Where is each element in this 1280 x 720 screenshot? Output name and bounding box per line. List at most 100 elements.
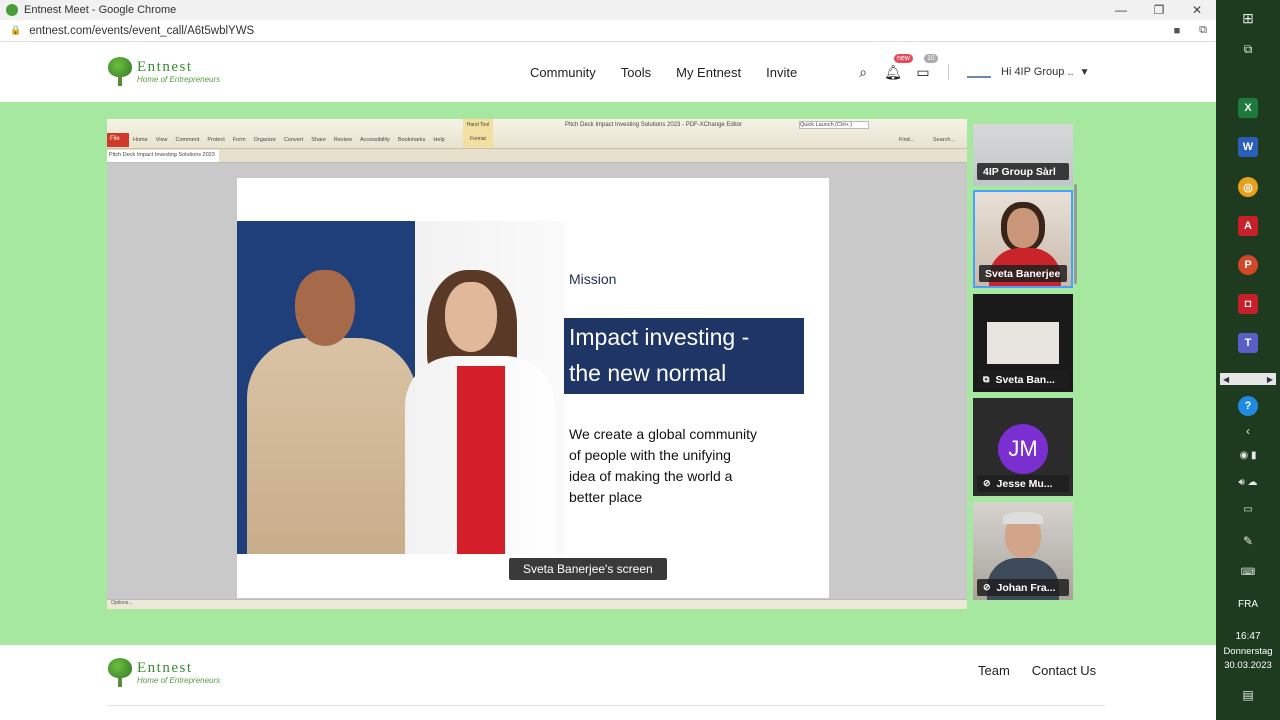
avatar: JM xyxy=(998,424,1048,474)
logo-tagline: Home of Entrepreneurs xyxy=(137,676,221,685)
chevron-left-icon[interactable]: ‹ xyxy=(1216,424,1280,438)
doc-tab: Pitch Deck Impact Investing Solutions 20… xyxy=(107,150,219,162)
find-label: Find... xyxy=(899,137,915,143)
logo-tagline: Home of Entrepreneurs xyxy=(137,75,221,84)
user-menu[interactable]: Hi 4IP Group .. ▼ xyxy=(967,66,1089,78)
clock-date: 30.03.2023 xyxy=(1224,660,1272,671)
slide-headline: Impact investing - the new normal xyxy=(564,318,804,394)
ribbon-tabs: Home View Comment Protect Form Organize … xyxy=(133,137,445,143)
participant-tile[interactable]: 4IP Group Sàrl xyxy=(973,124,1073,186)
group-icon xyxy=(967,66,991,78)
chevron-down-icon[interactable]: ▼ xyxy=(1080,67,1090,78)
slide-description: We create a global community of people w… xyxy=(569,424,799,508)
messages-badge: 10 xyxy=(924,53,938,63)
footer-logo[interactable]: Entnest Home of Entrepreneurs xyxy=(107,658,220,688)
pen-icon[interactable]: ✎ xyxy=(1216,534,1280,548)
participant-scrollbar[interactable] xyxy=(1074,184,1077,284)
taskbar-scroller[interactable]: ◀ ▶ xyxy=(1220,373,1276,385)
chrome-icon[interactable]: ◎ xyxy=(1238,177,1258,197)
excel-icon[interactable]: X xyxy=(1238,98,1258,118)
screen-share-label: Sveta Banerjee's screen xyxy=(509,558,667,580)
url-text[interactable]: entnest.com/events/event_call/A6t5wblYWS xyxy=(29,25,1164,37)
desc-line: of people with the unifying xyxy=(569,447,731,463)
ribbon-tab: Organize xyxy=(253,137,276,143)
powerpoint-icon[interactable]: P xyxy=(1238,255,1258,275)
entnest-logo[interactable]: Entnest Home of Entrepreneurs xyxy=(107,57,220,87)
clock-time[interactable]: 16:47 xyxy=(1216,631,1280,642)
help-icon[interactable]: ? xyxy=(1238,396,1258,416)
participant-tile[interactable]: ⊘ Johan Fra... xyxy=(973,502,1073,600)
search-icon[interactable]: ⌕ xyxy=(848,64,878,81)
favicon-icon xyxy=(6,4,18,16)
nav-my-entnest[interactable]: My Entnest xyxy=(676,65,741,80)
footer-link-contact[interactable]: Contact Us xyxy=(1032,663,1096,678)
notification-icon[interactable]: ▤ xyxy=(1216,688,1280,702)
chevron-left-icon[interactable]: ◀ xyxy=(1223,375,1229,384)
footer-divider xyxy=(107,705,1105,706)
ribbon-tab: Help xyxy=(433,137,445,143)
participant-list[interactable]: 4IP Group Sàrl Sveta Banerjee ⧉ Sveta Ban… xyxy=(971,124,1079,614)
teams-icon[interactable]: T xyxy=(1238,333,1258,353)
nav-tools[interactable]: Tools xyxy=(621,65,651,80)
chevron-right-icon[interactable]: ▶ xyxy=(1267,375,1273,384)
screen-share-icon: ⧉ xyxy=(983,374,990,384)
camera-icon[interactable]: ■ xyxy=(1164,25,1190,37)
quick-launch: Quick Launch (Ctrl+.) xyxy=(799,121,869,129)
participant-name: Sveta Banerjee xyxy=(979,265,1067,282)
clock-day: Donnerstag xyxy=(1223,646,1273,657)
headline-line: Impact investing - xyxy=(569,324,750,350)
address-bar[interactable]: 🔒 entnest.com/events/event_call/A6t5wblY… xyxy=(0,20,1216,42)
restore-icon[interactable]: ❐ xyxy=(1140,3,1178,17)
translate-icon[interactable]: ⧉ xyxy=(1190,24,1216,37)
task-view-icon[interactable]: ⧉ xyxy=(1216,42,1280,57)
participant-tile[interactable]: ⧉ Sveta Ban... xyxy=(973,294,1073,392)
close-icon[interactable]: ✕ xyxy=(1178,3,1216,17)
nav-community[interactable]: Community xyxy=(530,65,596,80)
acrobat-icon[interactable]: A xyxy=(1238,216,1258,236)
ribbon-tab: Home xyxy=(133,137,148,143)
browser-window: Entnest Meet - Google Chrome — ❐ ✕ 🔒 ent… xyxy=(0,0,1216,720)
format-label: Format xyxy=(470,136,486,142)
language-indicator[interactable]: FRA xyxy=(1216,599,1280,610)
windows-start-icon[interactable]: ⊞ xyxy=(1216,10,1280,27)
document-view: Mission Impact investing - the new norma… xyxy=(107,163,967,599)
footer-links: Team Contact Us xyxy=(978,663,1096,678)
desc-line: better place xyxy=(569,489,643,505)
system-tray-icons[interactable]: ◉ ▮ xyxy=(1216,450,1280,461)
tree-icon xyxy=(107,658,133,688)
mic-muted-icon: ⊘ xyxy=(983,478,991,488)
hand-tool-group: Hand Tool Format xyxy=(463,119,493,147)
desc-line: idea of making the world a xyxy=(569,468,733,484)
volume-icon[interactable]: 🔊︎ ☁ xyxy=(1216,477,1280,488)
security-app-icon[interactable]: ◘ xyxy=(1238,294,1258,314)
pdf-editor-ribbon: File Home View Comment Protect Form Orga… xyxy=(107,119,967,149)
ribbon-tab: Bookmarks xyxy=(397,137,426,143)
ribbon-tab: Protect xyxy=(207,137,225,143)
user-label: Hi 4IP Group .. xyxy=(1001,66,1074,78)
title-bar: Entnest Meet - Google Chrome — ❐ ✕ xyxy=(0,0,1216,20)
minimize-icon[interactable]: — xyxy=(1102,3,1140,17)
participant-name: 4IP Group Sàrl xyxy=(977,163,1069,180)
nav-invite[interactable]: Invite xyxy=(766,65,797,80)
meeting-area: File Home View Comment Protect Form Orga… xyxy=(0,102,1216,645)
participant-tile[interactable]: JM ⊘ Jesse Mu... xyxy=(973,398,1073,496)
tree-icon xyxy=(107,57,133,87)
ribbon-tab: Review xyxy=(333,137,352,143)
footer-link-team[interactable]: Team xyxy=(978,663,1010,678)
site-header: Entnest Home of Entrepreneurs Community … xyxy=(0,42,1216,102)
slide-mission: Mission xyxy=(569,271,617,287)
participant-tile-active[interactable]: Sveta Banerjee xyxy=(973,190,1073,288)
word-icon[interactable]: W xyxy=(1238,137,1258,157)
keyboard-icon[interactable]: ⌨ xyxy=(1216,567,1280,578)
notif-badge: new xyxy=(894,53,913,63)
person-photo-woman xyxy=(397,270,567,554)
battery-icon[interactable]: ▭ xyxy=(1216,504,1280,515)
mic-muted-icon: ⊘ xyxy=(983,582,991,592)
chat-icon[interactable]: ▭ 10 xyxy=(908,53,938,81)
logo-brand: Entnest xyxy=(137,59,193,75)
site-footer: Entnest Home of Entrepreneurs Team Conta… xyxy=(0,645,1216,720)
participant-name: ⊘ Johan Fra... xyxy=(977,579,1069,596)
ribbon-tab: Share xyxy=(311,137,326,143)
headline-line: the new normal xyxy=(569,360,727,386)
bell-icon[interactable]: 🔔︎ new xyxy=(878,53,913,81)
